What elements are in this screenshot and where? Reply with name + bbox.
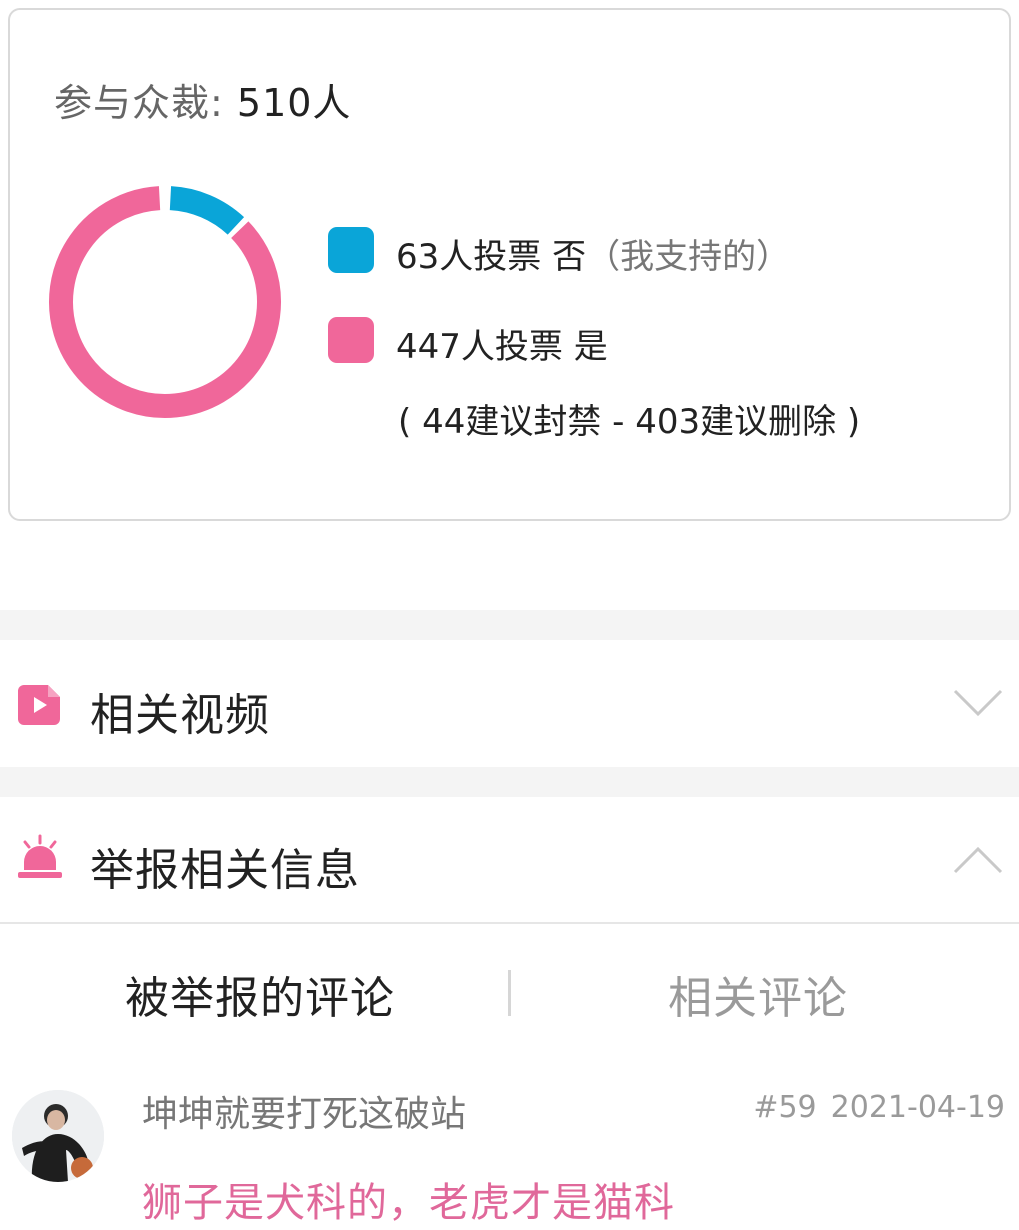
legend-yes-swatch	[328, 317, 374, 363]
avatar[interactable]	[12, 1090, 104, 1182]
comment-username[interactable]: 坤坤就要打死这破站	[142, 1085, 466, 1137]
donut-segment-no	[169, 186, 245, 235]
legend-yes-label: 447人投票 是	[396, 327, 608, 367]
related-videos-label: 相关视频	[90, 690, 270, 741]
report-info-label: 举报相关信息	[90, 845, 360, 896]
tab-related-comments[interactable]: 相关评论	[668, 962, 848, 1026]
comment-text: 狮子是犬科的，老虎才是猫科	[142, 1180, 675, 1226]
section-spacer	[0, 767, 1019, 797]
section-spacer	[0, 610, 1019, 640]
comment-floor: #59	[753, 1090, 817, 1125]
legend-no-note: （我支持的）	[586, 237, 791, 277]
vote-result-card: 参与众裁: 510人 63人投票 否（我支持的） 447人投票 是 ( 44建议…	[8, 8, 1011, 521]
donut-segment-yes	[49, 186, 281, 418]
legend-yes-detail: ( 44建议封禁 - 403建议删除 )	[398, 402, 861, 442]
tab-separator	[508, 970, 511, 1016]
section-divider	[0, 922, 1019, 924]
chevron-down-icon[interactable]	[953, 687, 1003, 719]
video-play-icon	[18, 685, 60, 725]
related-videos-row[interactable]: 相关视频	[0, 643, 1019, 767]
avatar-image	[12, 1090, 104, 1182]
legend-no-swatch	[328, 227, 374, 273]
alarm-siren-icon	[18, 834, 62, 878]
report-info-row[interactable]: 举报相关信息	[0, 798, 1019, 922]
vote-participants-label: 参与众裁:	[54, 81, 237, 125]
vote-participants-count: 510人	[236, 81, 352, 125]
chevron-up-icon[interactable]	[953, 844, 1003, 876]
tab-reported-comment[interactable]: 被举报的评论	[125, 962, 395, 1026]
vote-donut-chart	[49, 186, 281, 418]
comment-meta: #59 2021-04-19	[753, 1090, 1005, 1125]
comment-date: 2021-04-19	[830, 1090, 1005, 1125]
legend-no-label: 63人投票 否	[396, 237, 587, 277]
vote-participants-title: 参与众裁: 510人	[54, 72, 351, 127]
